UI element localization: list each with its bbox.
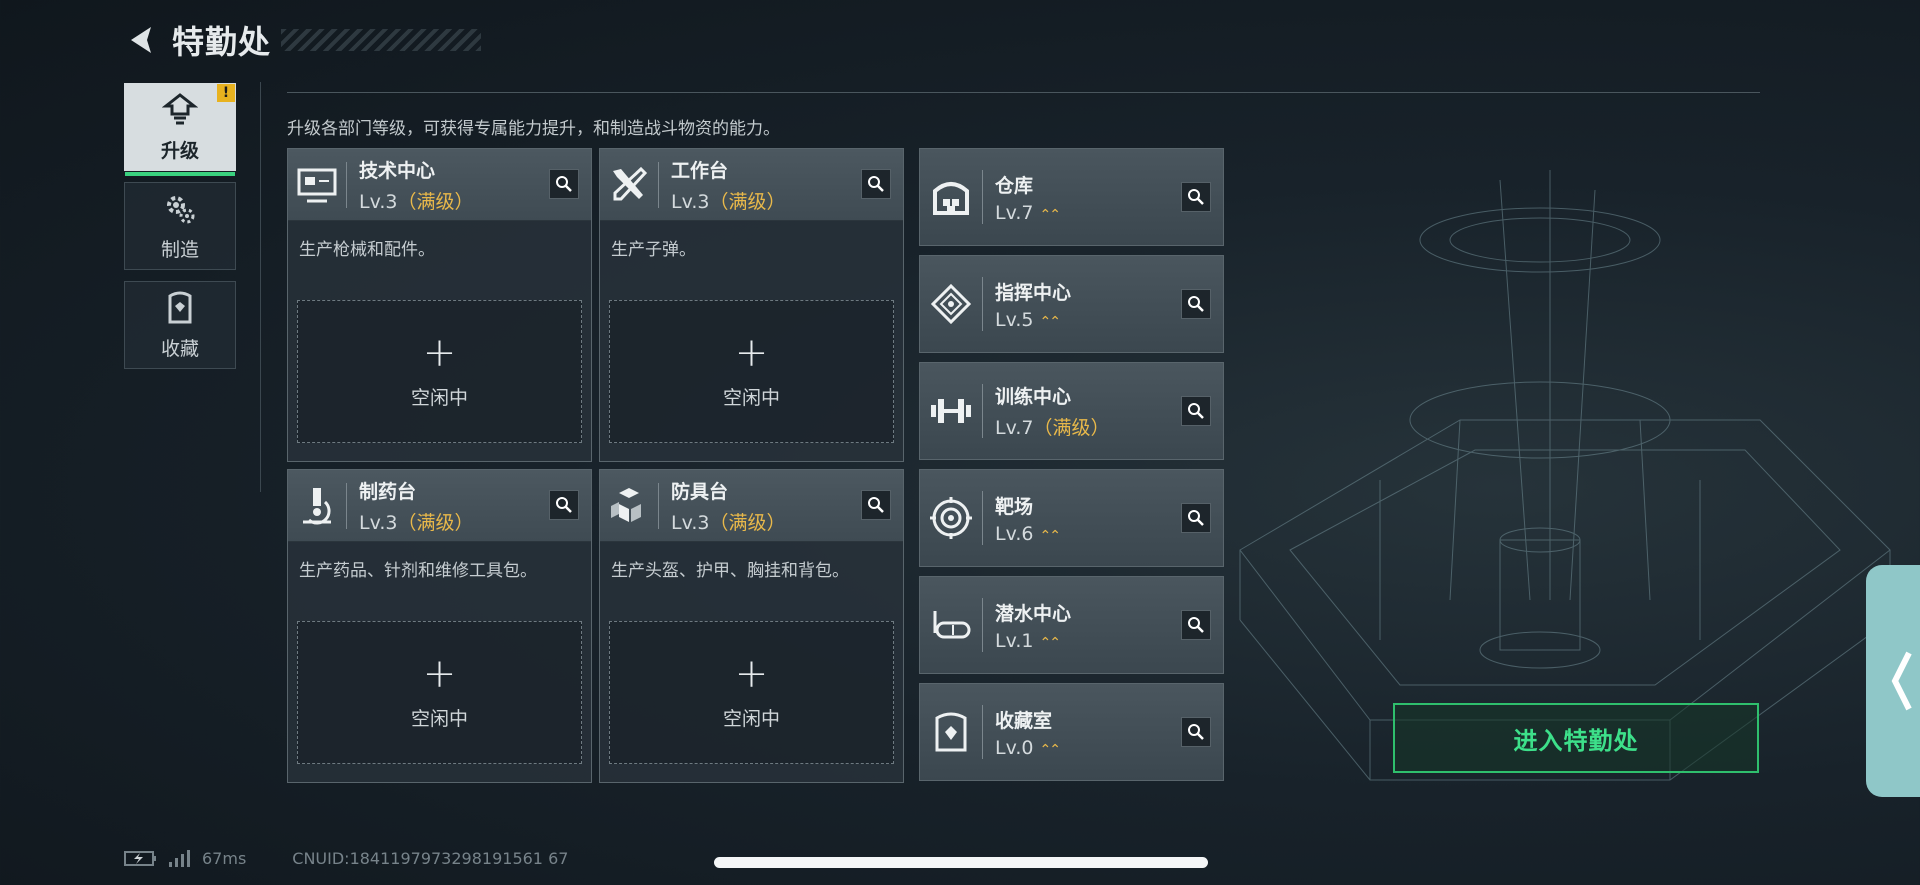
armor-boxes-icon (611, 487, 641, 522)
search-icon (1188, 510, 1204, 526)
diving-mask-icon (933, 611, 971, 639)
search-icon (868, 497, 884, 513)
search-icon (556, 176, 572, 192)
enter-button-label: 进入特勤处 (1513, 726, 1639, 755)
target-icon (930, 497, 972, 539)
add-icon: + (734, 651, 769, 697)
nav-tab-upgrade[interactable]: ! 升级 (124, 83, 236, 176)
add-icon: + (734, 330, 769, 376)
details-button[interactable] (549, 169, 579, 199)
search-icon (1188, 617, 1204, 633)
facility-card-warehouse[interactable]: 仓库 Lv.7 ⌃⌃ (919, 148, 1224, 246)
page-title: 特勤处 (172, 23, 272, 61)
collection-icon (168, 291, 192, 323)
nav-tab-craft[interactable]: 制造 (124, 182, 236, 270)
slot-status: 空闲中 (722, 387, 780, 409)
status-footer: 67ms CNUID:1841197973298191561 67 (124, 848, 568, 868)
workstation-card-tech-center: 技术中心 Lv.3（满级） 生产枪械和配件。 + 空闲中 (287, 148, 592, 462)
chevron-left-icon (1891, 651, 1912, 711)
facility-card-command-center[interactable]: 指挥中心 Lv.5 ⌃⌃ (919, 255, 1224, 353)
nav-label: 制造 (160, 238, 199, 261)
details-button[interactable] (861, 169, 891, 199)
upgrade-arrow-icon: ⌃⌃ (1039, 741, 1061, 758)
slot-status: 空闲中 (410, 387, 468, 409)
upgrade-arrow-icon: ⌃⌃ (1039, 527, 1061, 544)
details-button[interactable] (1181, 182, 1211, 212)
facility-card-training-center[interactable]: 训练中心 Lv.7（满级） (919, 362, 1224, 460)
back-arrow-icon (131, 27, 151, 53)
side-drawer-tab[interactable] (1866, 565, 1920, 797)
search-icon (1188, 724, 1204, 740)
nav-label: 收藏 (160, 337, 199, 360)
production-slot[interactable]: + 空闲中 (297, 621, 582, 764)
details-button[interactable] (861, 490, 891, 520)
workstation-description: 生产枪械和配件。 (299, 240, 435, 260)
battery-icon (124, 851, 156, 866)
section-description: 升级各部门等级，可获得专属能力提升，和制造战斗物资的能力。 (287, 119, 780, 139)
add-icon: + (422, 330, 457, 376)
nav-label: 升级 (160, 139, 199, 162)
command-icon (931, 284, 971, 324)
card-header[interactable]: 防具台 Lv.3（满级） (600, 470, 903, 542)
alert-badge: ! (217, 84, 235, 102)
slot-status: 空闲中 (410, 708, 468, 730)
card-header[interactable]: 工作台 Lv.3（满级） (600, 149, 903, 221)
dumbbell-icon (931, 399, 971, 423)
nav-tab-collection[interactable]: 收藏 (124, 281, 236, 369)
microscope-icon (303, 487, 331, 525)
facility-card-collection-room[interactable]: 收藏室 Lv.0 ⌃⌃ (919, 683, 1224, 781)
details-button[interactable] (1181, 717, 1211, 747)
workstation-card-armor-bench: 防具台 Lv.3（满级） 生产头盔、护甲、胸挂和背包。 + 空闲中 (599, 469, 904, 783)
details-button[interactable] (1181, 610, 1211, 640)
workstation-card-workbench: 工作台 Lv.3（满级） 生产子弹。 + 空闲中 (599, 148, 904, 462)
production-slot[interactable]: + 空闲中 (609, 300, 894, 443)
slot-status: 空闲中 (722, 708, 780, 730)
signal-icon (169, 850, 190, 867)
search-icon (868, 176, 884, 192)
tools-icon (613, 166, 648, 200)
side-nav: ! 升级 制造 收藏 (124, 83, 238, 380)
workstation-card-pharmacy: 制药台 Lv.3（满级） 生产药品、针剂和维修工具包。 + 空闲中 (287, 469, 592, 783)
details-button[interactable] (1181, 289, 1211, 319)
page-header: 特勤处 (120, 18, 482, 62)
production-slot[interactable]: + 空闲中 (297, 300, 582, 443)
details-button[interactable] (1181, 396, 1211, 426)
card-header[interactable]: 技术中心 Lv.3（满级） (288, 149, 591, 221)
workstation-description: 生产子弹。 (611, 240, 696, 260)
facility-card-shooting-range[interactable]: 靶场 Lv.6 ⌃⌃ (919, 469, 1224, 567)
top-divider (287, 92, 1760, 93)
details-button[interactable] (1181, 503, 1211, 533)
warehouse-icon (933, 182, 969, 215)
user-uid: CNUID:1841197973298191561 67 (292, 848, 569, 868)
nav-divider (260, 82, 261, 492)
facility-card-diving-center[interactable]: 潜水中心 Lv.1 ⌃⌃ (919, 576, 1224, 674)
upgrade-icon (162, 92, 198, 124)
production-slot[interactable]: + 空闲中 (609, 621, 894, 764)
ping-value: 67ms (202, 848, 247, 868)
search-icon (556, 497, 572, 513)
add-icon: + (422, 651, 457, 697)
details-button[interactable] (549, 490, 579, 520)
gears-icon (167, 195, 195, 223)
card-header[interactable]: 制药台 Lv.3（满级） (288, 470, 591, 542)
enter-special-ops-button[interactable]: 进入特勤处 (1393, 703, 1759, 773)
home-indicator[interactable] (714, 857, 1208, 868)
search-icon (1188, 403, 1204, 419)
monitor-icon (297, 168, 337, 202)
collection-room-icon (935, 712, 967, 752)
upgrade-arrow-icon: ⌃⌃ (1039, 634, 1061, 651)
back-button[interactable] (120, 18, 164, 62)
upgrade-arrow-icon: ⌃⌃ (1039, 313, 1061, 330)
workstation-description: 生产头盔、护甲、胸挂和背包。 (611, 561, 849, 581)
upgrade-arrow-icon: ⌃⌃ (1039, 206, 1061, 223)
workstation-description: 生产药品、针剂和维修工具包。 (299, 561, 537, 581)
search-icon (1188, 296, 1204, 312)
title-decoration (281, 29, 482, 51)
search-icon (1188, 189, 1204, 205)
